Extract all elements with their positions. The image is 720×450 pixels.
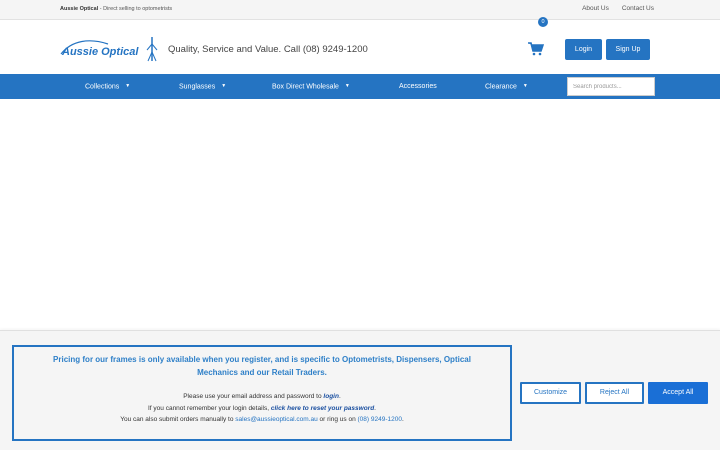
nav-label: Collections	[85, 83, 120, 91]
top-links: About Us Contact Us	[582, 5, 654, 12]
notice-line-login: Please use your email address and passwo…	[14, 391, 510, 403]
notice-text: You can also submit orders manually to	[120, 416, 236, 423]
login-button[interactable]: Login	[565, 39, 602, 60]
reject-all-button[interactable]: Reject All	[585, 382, 644, 404]
notice-line-reset: If you cannot remember your login detail…	[14, 403, 510, 415]
notice-line-contact: You can also submit orders manually to s…	[14, 414, 510, 426]
notice-text: or ring us on	[317, 416, 358, 423]
nav-item-box-direct-wholesale[interactable]: Box Direct Wholesale ▼	[272, 74, 350, 99]
nav-item-collections[interactable]: Collections ▼	[85, 74, 130, 99]
caret-down-icon: ▼	[522, 83, 528, 89]
caret-down-icon: ▼	[344, 83, 350, 89]
top-utility-bar: Aussie Optical - Direct selling to optom…	[0, 0, 720, 20]
contact-us-link[interactable]: Contact Us	[622, 5, 654, 12]
sign-up-button[interactable]: Sign Up	[606, 39, 650, 60]
about-us-link[interactable]: About Us	[582, 5, 609, 12]
nav-label: Clearance	[485, 83, 517, 91]
nav-label: Sunglasses	[179, 83, 216, 91]
nav-item-clearance[interactable]: Clearance ▼	[485, 74, 528, 99]
cart-count-badge: 0	[538, 17, 548, 27]
nav-item-sunglasses[interactable]: Sunglasses ▼	[179, 74, 226, 99]
top-brand: Aussie Optical	[60, 6, 99, 12]
reset-password-link[interactable]: click here to reset your password	[271, 405, 374, 412]
pricing-notice: Pricing for our frames is only available…	[12, 345, 512, 441]
notice-heading: Pricing for our frames is only available…	[53, 355, 471, 377]
phone-link[interactable]: (08) 9249-1200	[358, 416, 402, 423]
top-tagline: Aussie Optical - Direct selling to optom…	[60, 6, 172, 12]
nav-item-accessories[interactable]: Accessories	[399, 74, 437, 99]
search-input[interactable]	[567, 77, 655, 96]
aussie-optical-logo[interactable]: Aussie Optical	[60, 36, 160, 62]
logo-wordmark: Aussie Optical	[61, 46, 139, 58]
header-tagline: Quality, Service and Value. Call (08) 92…	[168, 44, 368, 55]
notice-text: .	[401, 416, 404, 423]
notice-text: .	[374, 404, 376, 412]
caret-down-icon: ▼	[221, 83, 227, 89]
site-header: Aussie Optical Quality, Service and Valu…	[0, 17, 720, 74]
caret-down-icon: ▼	[125, 83, 131, 89]
notice-body: Please use your email address and passwo…	[14, 391, 510, 426]
customize-button[interactable]: Customize	[520, 382, 581, 404]
nav-label: Accessories	[399, 83, 437, 90]
nav-label: Box Direct Wholesale	[272, 83, 339, 91]
cart-icon[interactable]	[528, 42, 544, 56]
notice-text: .	[338, 393, 341, 400]
notice-text: Please use your email address and passwo…	[183, 393, 324, 400]
login-link[interactable]: login	[323, 393, 339, 400]
accept-all-button[interactable]: Accept All	[648, 382, 708, 404]
sales-email-link[interactable]: sales@aussieoptical.com.au	[235, 416, 317, 423]
top-tagline-text: - Direct selling to optometrists	[98, 6, 173, 12]
notice-text: If you cannot remember your login detail…	[148, 404, 271, 412]
